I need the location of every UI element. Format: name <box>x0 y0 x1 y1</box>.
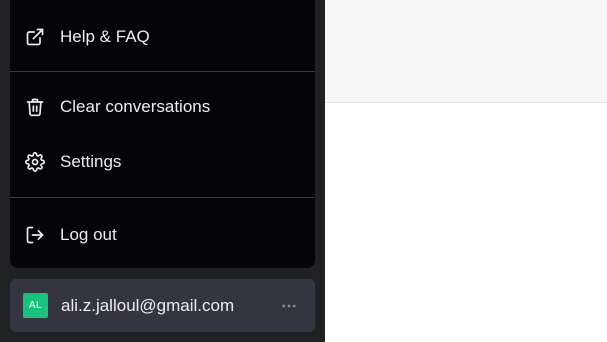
menu-item-clear-conversations[interactable]: Clear conversations <box>10 85 315 129</box>
user-account-button[interactable]: AL ali.z.jalloul@gmail.com <box>10 279 315 332</box>
user-menu: Help & FAQ Clear conversations Settings … <box>10 0 315 268</box>
menu-item-log-out[interactable]: Log out <box>10 213 315 257</box>
menu-item-label: Help & FAQ <box>60 27 150 46</box>
menu-item-label: Clear conversations <box>60 97 211 116</box>
ellipsis-icon[interactable] <box>280 297 298 315</box>
trash-icon <box>25 97 45 117</box>
menu-divider <box>10 71 315 72</box>
menu-item-label: Log out <box>60 225 117 244</box>
gear-icon <box>25 152 45 172</box>
main-header-area <box>325 0 607 103</box>
menu-item-settings[interactable]: Settings <box>10 140 315 184</box>
app-window: Help & FAQ Clear conversations Settings … <box>0 0 607 342</box>
main-content-area <box>325 103 607 342</box>
user-email: ali.z.jalloul@gmail.com <box>61 295 235 315</box>
menu-divider <box>10 197 315 198</box>
menu-item-help-faq[interactable]: Help & FAQ <box>10 15 315 59</box>
logout-icon <box>25 225 45 245</box>
external-link-icon <box>25 27 45 47</box>
menu-item-label: Settings <box>60 152 122 171</box>
avatar: AL <box>23 293 48 318</box>
